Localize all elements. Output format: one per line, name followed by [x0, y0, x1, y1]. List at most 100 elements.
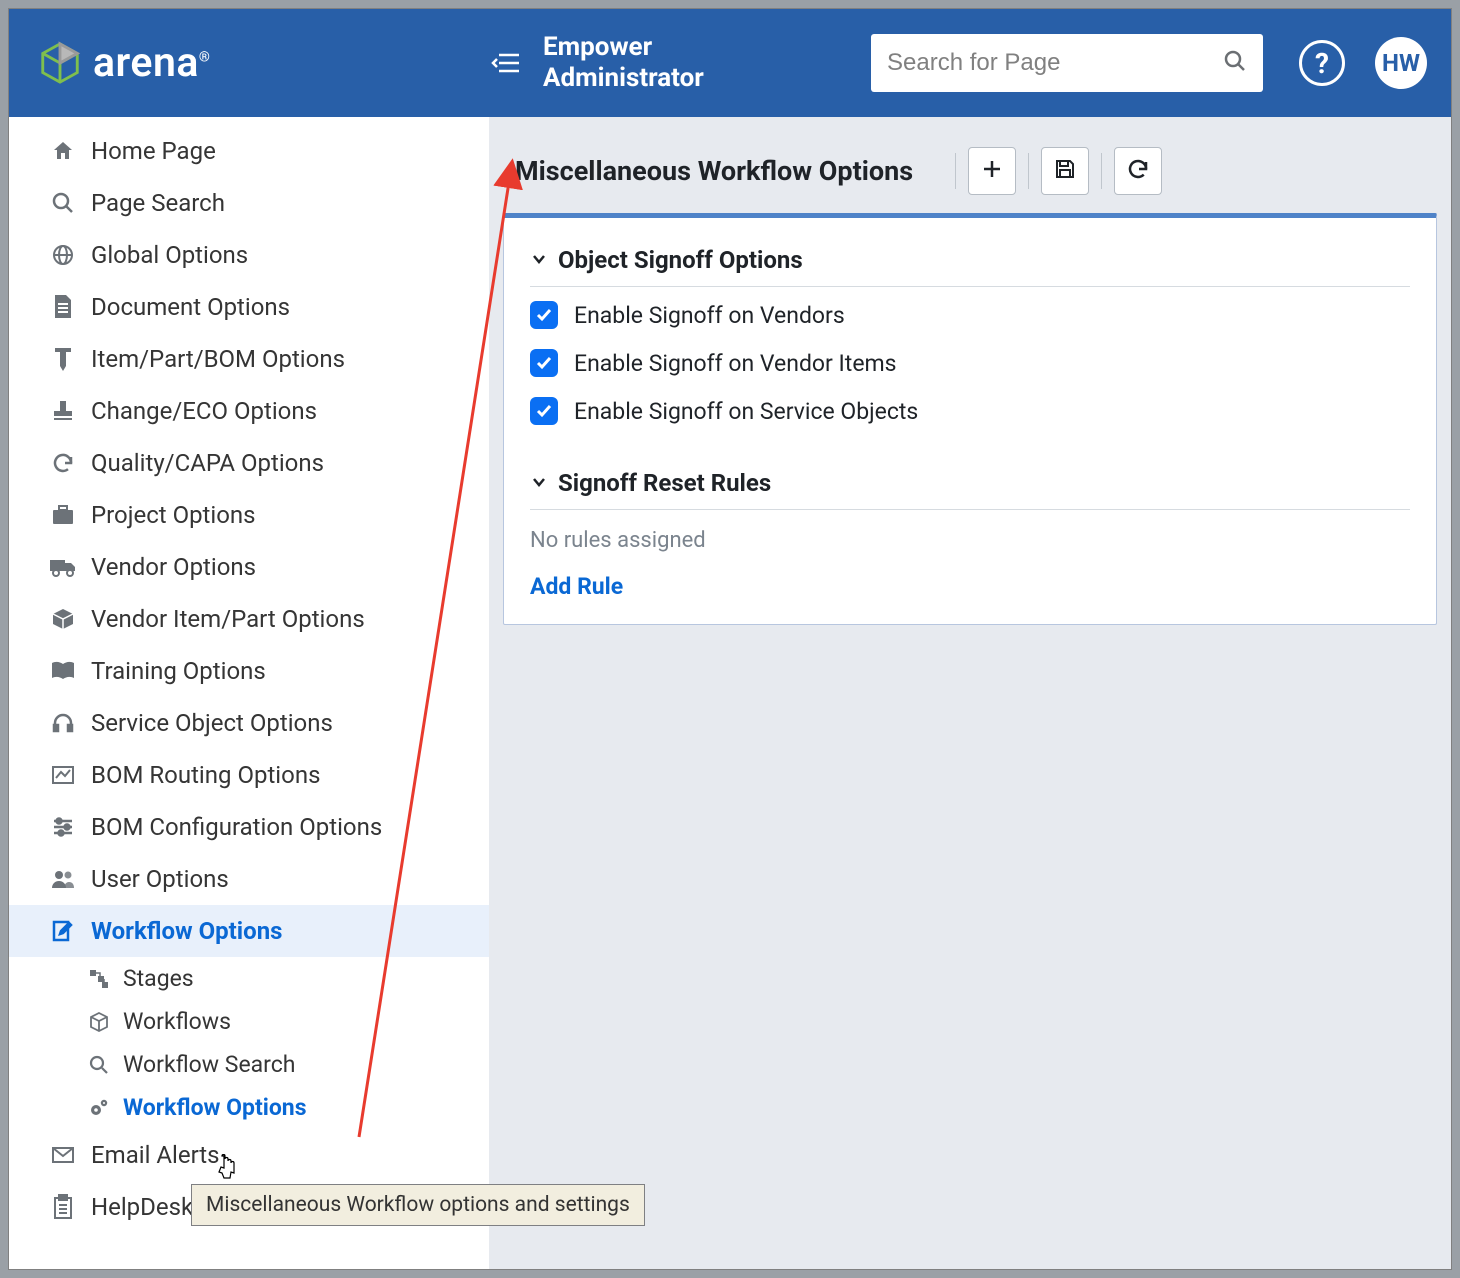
section-object-signoff-options[interactable]: Object Signoff Options — [530, 236, 1410, 287]
headset-icon — [49, 709, 77, 737]
sidebar-item-item-part-bom-options[interactable]: Item/Part/BOM Options — [9, 333, 489, 385]
sidebar-sub-label: Workflows — [123, 1008, 231, 1035]
checkbox-checked-icon[interactable] — [530, 349, 558, 377]
sidebar-item-bom-routing-options[interactable]: BOM Routing Options — [9, 749, 489, 801]
chevron-down-icon — [530, 246, 548, 274]
sidebar-sub-label: Stages — [123, 965, 194, 992]
search-input-wrap[interactable] — [871, 34, 1263, 92]
sidebar-item-label: Change/ECO Options — [91, 397, 317, 425]
sidebar-sub-workflow-options[interactable]: Workflow Options — [9, 1086, 489, 1129]
sidebar-sub-workflows[interactable]: Workflows — [9, 1000, 489, 1043]
sidebar-item-label: User Options — [91, 865, 229, 893]
book-icon — [49, 657, 77, 685]
save-icon — [1053, 157, 1077, 185]
cube-logo-icon — [37, 40, 83, 86]
package-icon — [49, 605, 77, 633]
sidebar: Home Page Page Search Global Options Doc… — [9, 117, 489, 1269]
sidebar-item-label: Item/Part/BOM Options — [91, 345, 345, 373]
checkbox-checked-icon[interactable] — [530, 397, 558, 425]
search-icon — [87, 1053, 111, 1077]
screw-icon — [49, 345, 77, 373]
sidebar-sub-label: Workflow Options — [123, 1094, 307, 1121]
main-content: Miscellaneous Workflow Options — [489, 117, 1451, 1269]
search-input[interactable] — [887, 49, 1223, 77]
checkbox-checked-icon[interactable] — [530, 301, 558, 329]
app-title: Empower Administrator — [543, 32, 704, 94]
sidebar-sub-stages[interactable]: Stages — [9, 957, 489, 1000]
sidebar-item-label: HelpDesk Post Options — [91, 1193, 337, 1221]
checkbox-row-enable-signoff-vendor-items[interactable]: Enable Signoff on Vendor Items — [530, 335, 1410, 383]
plus-icon — [980, 157, 1004, 185]
sidebar-item-global-options[interactable]: Global Options — [9, 229, 489, 281]
globe-icon — [49, 241, 77, 269]
sidebar-item-label: Email Alerts — [91, 1141, 220, 1169]
sidebar-item-label: Workflow Options — [91, 917, 282, 945]
sidebar-item-service-object-options[interactable]: Service Object Options — [9, 697, 489, 749]
help-button[interactable]: ? — [1299, 40, 1345, 86]
sliders-icon — [49, 813, 77, 841]
refresh-icon — [49, 449, 77, 477]
sidebar-item-label: Global Options — [91, 241, 248, 269]
page-title: Miscellaneous Workflow Options — [515, 155, 913, 187]
sidebar-item-document-options[interactable]: Document Options — [9, 281, 489, 333]
refresh-button[interactable] — [1114, 147, 1162, 195]
section-signoff-reset-rules[interactable]: Signoff Reset Rules — [530, 459, 1410, 510]
sidebar-item-label: Vendor Item/Part Options — [91, 605, 365, 633]
document-icon — [49, 293, 77, 321]
sidebar-item-label: BOM Configuration Options — [91, 813, 382, 841]
sidebar-item-bom-configuration-options[interactable]: BOM Configuration Options — [9, 801, 489, 853]
sidebar-item-label: Quality/CAPA Options — [91, 449, 324, 477]
clipboard-icon — [49, 1193, 77, 1221]
sidebar-item-label: Training Options — [91, 657, 266, 685]
sidebar-item-label: Service Object Options — [91, 709, 333, 737]
add-rule-link[interactable]: Add Rule — [530, 559, 623, 600]
sidebar-item-label: BOM Routing Options — [91, 761, 320, 789]
route-chart-icon — [49, 761, 77, 789]
sidebar-item-label: Page Search — [91, 189, 225, 217]
checkbox-label: Enable Signoff on Service Objects — [574, 398, 918, 425]
checkbox-label: Enable Signoff on Vendor Items — [574, 350, 897, 377]
checkbox-label: Enable Signoff on Vendors — [574, 302, 845, 329]
save-button[interactable] — [1041, 147, 1089, 195]
sidebar-item-quality-capa-options[interactable]: Quality/CAPA Options — [9, 437, 489, 489]
sidebar-item-helpdesk-post-options[interactable]: HelpDesk Post Options — [9, 1181, 489, 1233]
cube-icon — [87, 1010, 111, 1034]
sidebar-item-project-options[interactable]: Project Options — [9, 489, 489, 541]
refresh-icon — [1126, 157, 1150, 185]
gears-icon — [87, 1096, 111, 1120]
sidebar-item-email-alerts[interactable]: Email Alerts — [9, 1129, 489, 1181]
checkbox-row-enable-signoff-vendors[interactable]: Enable Signoff on Vendors — [530, 287, 1410, 335]
sidebar-item-page-search[interactable]: Page Search — [9, 177, 489, 229]
sidebar-item-home-page[interactable]: Home Page — [9, 125, 489, 177]
sidebar-item-training-options[interactable]: Training Options — [9, 645, 489, 697]
section-title: Object Signoff Options — [558, 246, 803, 274]
brand-logo[interactable]: arena® — [37, 39, 477, 87]
checkbox-row-enable-signoff-service-objects[interactable]: Enable Signoff on Service Objects — [530, 383, 1410, 431]
sidebar-item-vendor-options[interactable]: Vendor Options — [9, 541, 489, 593]
sidebar-item-user-options[interactable]: User Options — [9, 853, 489, 905]
home-icon — [49, 137, 77, 165]
add-button[interactable] — [968, 147, 1016, 195]
users-icon — [49, 865, 77, 893]
sidebar-item-workflow-options[interactable]: Workflow Options — [9, 905, 489, 957]
sidebar-item-change-eco-options[interactable]: Change/ECO Options — [9, 385, 489, 437]
mail-icon — [49, 1141, 77, 1169]
top-bar: arena® Empower Administrator ? HW — [9, 9, 1451, 117]
sidebar-item-vendor-item-part-options[interactable]: Vendor Item/Part Options — [9, 593, 489, 645]
search-icon[interactable] — [1223, 49, 1247, 77]
stages-icon — [87, 967, 111, 991]
sidebar-sub-workflow-search[interactable]: Workflow Search — [9, 1043, 489, 1086]
sidebar-item-label: Document Options — [91, 293, 290, 321]
sidebar-item-label: Home Page — [91, 137, 216, 165]
no-rules-text: No rules assigned — [530, 510, 1410, 559]
edit-page-icon — [49, 917, 77, 945]
menu-toggle-icon[interactable] — [489, 46, 523, 80]
avatar[interactable]: HW — [1375, 37, 1427, 89]
chevron-down-icon — [530, 469, 548, 497]
briefcase-icon — [49, 501, 77, 529]
sidebar-item-label: Project Options — [91, 501, 256, 529]
truck-icon — [49, 553, 77, 581]
search-icon — [49, 189, 77, 217]
brand-name: arena® — [93, 39, 210, 87]
sidebar-item-label: Vendor Options — [91, 553, 256, 581]
